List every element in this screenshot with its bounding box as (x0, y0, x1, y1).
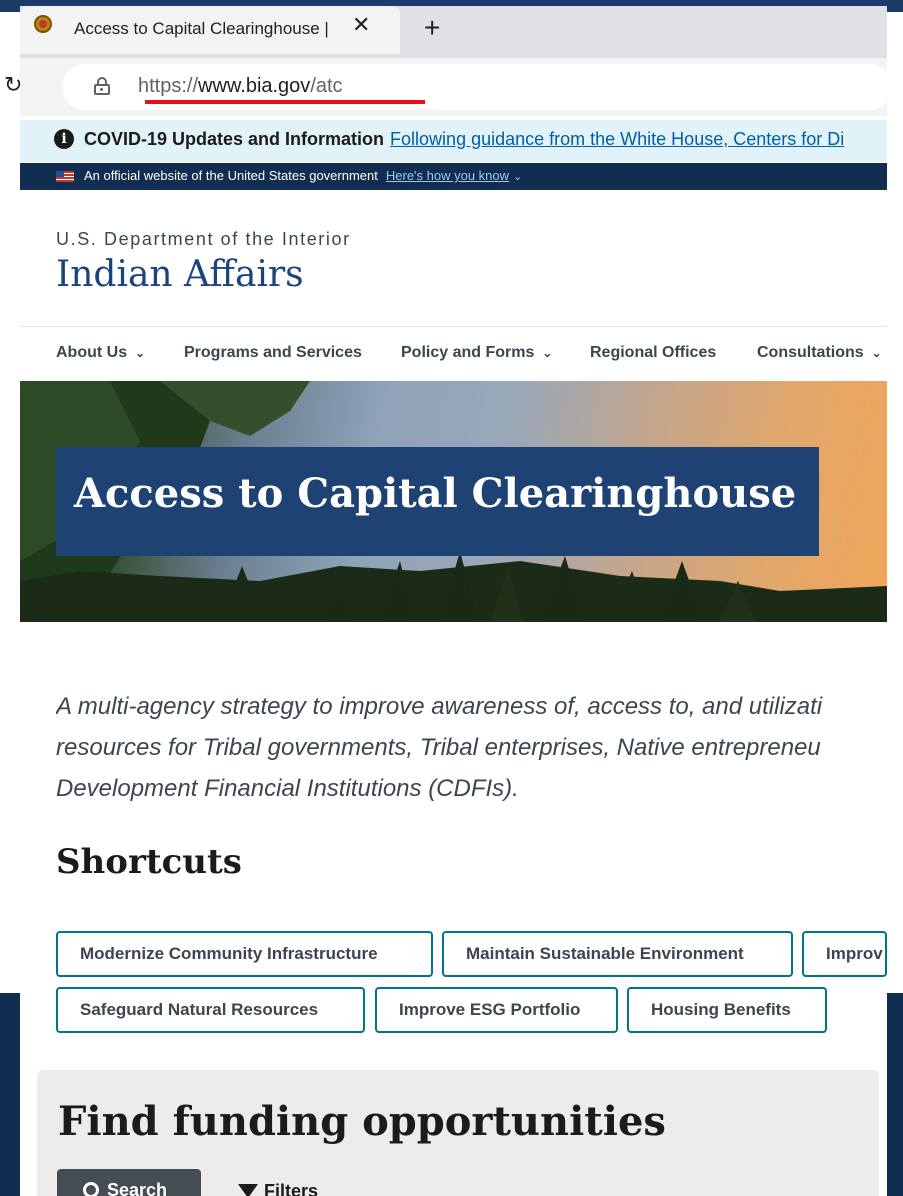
nav-item-label: Programs and Services (184, 344, 362, 361)
agency-name: U.S. Department of the Interior (56, 229, 351, 249)
shortcut-modernize-community-infrastructure[interactable]: Modernize Community Infrastructure (56, 931, 433, 977)
site-title-link[interactable]: Indian Affairs (56, 254, 304, 295)
lock-icon[interactable] (94, 77, 110, 95)
new-tab-icon[interactable]: + (424, 14, 440, 42)
intro-line: A multi-agency strategy to improve aware… (56, 693, 823, 720)
filters-toggle[interactable]: Filters (238, 1181, 318, 1196)
gov-banner-text: An official website of the United States… (84, 168, 522, 183)
footer-edge-left (0, 993, 20, 1196)
browser-tab-title: Access to Capital Clearinghouse | (74, 19, 329, 38)
shortcut-improve-truncated[interactable]: Improv (802, 931, 887, 977)
shortcut-improve-esg-portfolio[interactable]: Improve ESG Portfolio (375, 987, 618, 1033)
url-scheme: https:// (138, 75, 199, 97)
filter-icon (238, 1184, 258, 1196)
nav-item-policy-and-forms[interactable]: Policy and Forms ⌄ (401, 344, 552, 362)
funding-heading: Find funding opportunities (58, 1098, 666, 1145)
chevron-down-icon: ⌄ (871, 346, 882, 360)
nav-item-label: About Us (56, 344, 128, 361)
search-icon (83, 1182, 99, 1196)
covid-heading: COVID-19 Updates and Information (84, 129, 385, 149)
hero-title: Access to Capital Clearinghouse (74, 470, 797, 517)
url-highlight-underline (145, 100, 425, 104)
covid-guidance-link[interactable]: Following guidance from the White House,… (390, 129, 844, 149)
shortcuts-heading: Shortcuts (56, 842, 242, 882)
shortcut-safeguard-natural-resources[interactable]: Safeguard Natural Resources (56, 987, 365, 1033)
url-path: /atc (310, 75, 343, 97)
nav-item-regional-offices[interactable]: Regional Offices (590, 344, 716, 362)
close-tab-icon[interactable]: ✕ (352, 14, 370, 36)
address-url[interactable]: https://www.bia.gov/atc (138, 75, 343, 98)
nav-divider (20, 326, 887, 327)
nav-item-label: Regional Offices (590, 344, 717, 361)
search-button[interactable]: Search (57, 1169, 201, 1196)
shortcut-maintain-sustainable-environment[interactable]: Maintain Sustainable Environment (442, 931, 793, 977)
intro-paragraph: A multi-agency strategy to improve aware… (56, 686, 887, 809)
chevron-down-icon: ⌄ (542, 346, 553, 360)
bia-seal-favicon-icon (34, 15, 52, 33)
nav-item-consultations[interactable]: Consultations ⌄ (757, 344, 882, 362)
filters-label: Filters (264, 1181, 319, 1196)
nav-item-about-us[interactable]: About Us ⌄ (56, 344, 145, 362)
chevron-down-icon[interactable]: ⌄ (513, 170, 522, 183)
shortcut-housing-benefits[interactable]: Housing Benefits (627, 987, 827, 1033)
footer-edge-right (887, 993, 903, 1196)
gov-banner-statement: An official website of the United States… (84, 168, 378, 183)
nav-item-label: Policy and Forms (401, 344, 535, 361)
search-button-label: Search (107, 1180, 168, 1196)
chevron-down-icon: ⌄ (135, 346, 146, 360)
page: Access to Capital Clearinghouse | ✕ + ↻ … (0, 0, 903, 1196)
covid-banner-text: COVID-19 Updates and Information Followin… (84, 129, 844, 150)
reload-icon[interactable]: ↻ (4, 72, 22, 98)
url-host: www.bia.gov (198, 75, 311, 97)
heres-how-you-know-link[interactable]: Here's how you know (386, 168, 509, 183)
us-flag-icon (56, 171, 74, 182)
nav-item-label: Consultations (757, 344, 864, 361)
info-icon: i (54, 129, 74, 149)
intro-line: resources for Tribal governments, Tribal… (56, 734, 821, 761)
nav-item-programs-and-services[interactable]: Programs and Services (184, 344, 362, 362)
intro-line: Development Financial Institutions (CDFI… (56, 775, 519, 802)
